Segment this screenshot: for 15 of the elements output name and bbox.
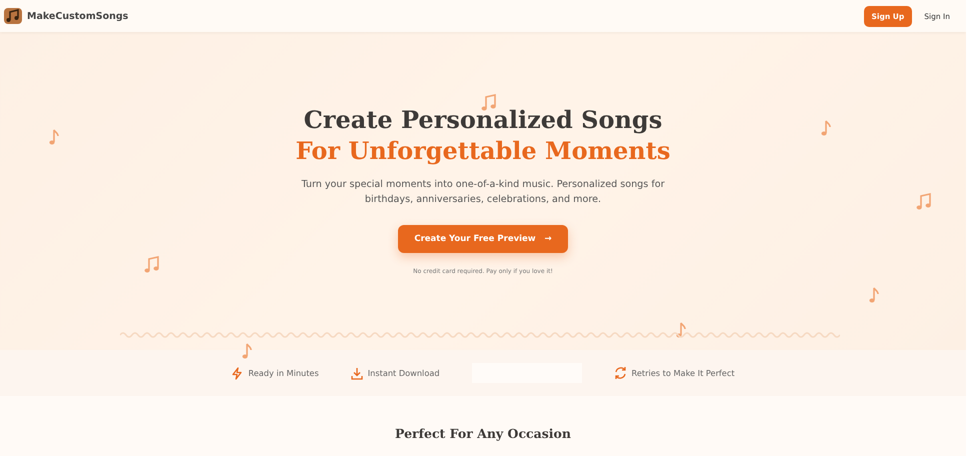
lightning-icon [231, 366, 244, 380]
hero-subtitle: Turn your special moments into one-of-a-kind music. Personalized songs for birthdays, anniversaries, celebrations, and more. [300, 178, 666, 206]
hero-title: Create Personalized Songs [304, 104, 662, 135]
refresh-icon [614, 366, 627, 380]
feature-label: Retries to Make It Perfect [632, 368, 735, 378]
download-icon [350, 366, 363, 380]
hero-title-accent: For Unforgettable Moments [296, 135, 670, 166]
brand-name: MakeCustomSongs [27, 10, 128, 22]
music-note-icon [144, 256, 160, 274]
music-note-logo-icon [4, 8, 22, 24]
music-note-icon [916, 193, 932, 211]
feature-label: Instant Download [368, 368, 440, 378]
create-preview-button[interactable]: Create Your Free Preview → [398, 225, 568, 253]
section-heading: Perfect For Any Occasion [395, 426, 571, 441]
feature-label: Ready in Minutes [248, 368, 319, 378]
